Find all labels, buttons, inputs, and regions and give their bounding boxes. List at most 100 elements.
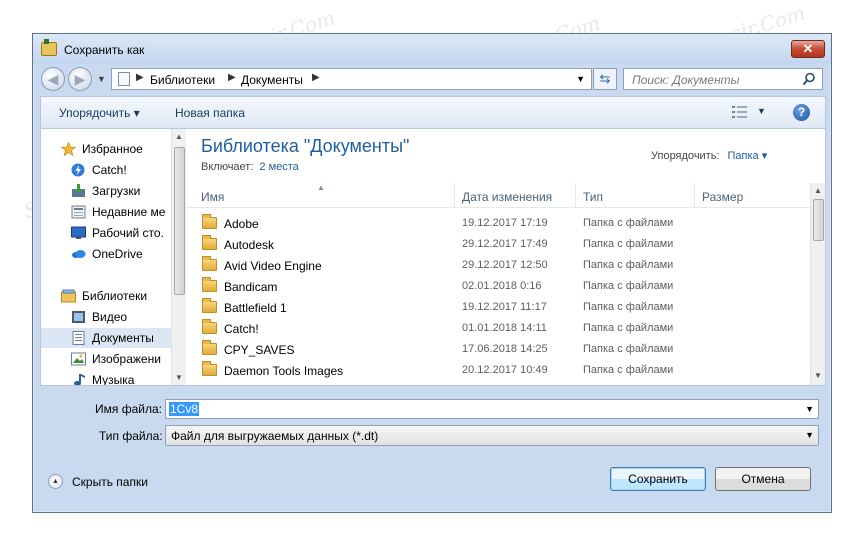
chevron-down-icon[interactable]: ▼: [805, 404, 814, 414]
file-name: Avid Video Engine: [224, 259, 322, 273]
refresh-button[interactable]: ⇆: [593, 68, 617, 90]
list-item[interactable]: Bandicam 02.01.2018 0:16 Папка с файлами: [186, 276, 810, 297]
folder-icon: [202, 361, 217, 376]
chevron-right-icon[interactable]: ▶: [312, 72, 320, 83]
arrange-by-dropdown[interactable]: Папка ▾: [728, 150, 768, 162]
sidebar-item-catch[interactable]: Catch!: [41, 160, 176, 180]
recent-locations-dropdown[interactable]: ▼: [97, 74, 106, 84]
folder-icon: [202, 277, 217, 292]
file-date: 01.01.2018 14:11: [462, 322, 547, 334]
recent-places-icon: [71, 205, 86, 219]
list-item[interactable]: Daemon Tools Images 20.12.2017 10:49 Пап…: [186, 360, 810, 381]
filename-value: 1Cv8: [169, 402, 200, 416]
chevron-down-icon[interactable]: ▼: [576, 74, 585, 84]
sidebar-item-downloads[interactable]: Загрузки: [41, 181, 176, 201]
downloads-icon: [72, 184, 85, 197]
view-dropdown-chevron-icon[interactable]: ▼: [757, 106, 766, 116]
filetype-value: Файл для выгружаемых данных (*.dt): [171, 429, 379, 443]
save-button[interactable]: Сохранить: [610, 467, 706, 491]
chevron-right-icon[interactable]: ▶: [136, 72, 144, 83]
column-divider[interactable]: [454, 183, 455, 207]
search-icon[interactable]: [802, 72, 816, 86]
library-icon: [118, 72, 130, 86]
column-divider[interactable]: [694, 183, 695, 207]
file-list-scrollbar[interactable]: ▲ ▼: [810, 183, 825, 385]
sidebar-item-recent-places[interactable]: Недавние ме: [41, 202, 176, 222]
sidebar-item-onedrive[interactable]: OneDrive: [41, 244, 176, 264]
file-name: Autodesk: [224, 238, 275, 252]
column-header: ▲ Имя Дата изменения Тип Размер: [186, 183, 810, 208]
column-size[interactable]: Размер: [702, 190, 743, 204]
file-date: 19.12.2017 11:17: [462, 301, 547, 313]
filename-field[interactable]: 1Cv8 ▼: [165, 399, 819, 419]
chevron-down-icon[interactable]: ▼: [805, 430, 814, 440]
column-type[interactable]: Тип: [583, 190, 603, 204]
chevron-right-icon[interactable]: ▶: [228, 72, 236, 83]
folder-icon: [202, 235, 217, 250]
list-item[interactable]: Avid Video Engine 29.12.2017 12:50 Папка…: [186, 255, 810, 276]
page-title: Библиотека "Документы": [201, 136, 410, 156]
cancel-button[interactable]: Отмена: [715, 467, 811, 491]
folder-icon: [202, 319, 217, 334]
column-name[interactable]: Имя: [201, 190, 224, 204]
list-item[interactable]: CPY_SAVES 17.06.2018 14:25 Папка с файла…: [186, 339, 810, 360]
organize-button[interactable]: Упорядочить ▾: [59, 106, 140, 120]
view-options-icon[interactable]: [732, 105, 748, 119]
navigation-pane-scrollbar[interactable]: ▲ ▼: [171, 129, 186, 385]
filetype-label: Тип файла:: [99, 429, 163, 443]
address-bar[interactable]: ▶ Библиотеки ▶ Документы ▶ ▼: [111, 68, 592, 90]
help-icon[interactable]: ?: [793, 104, 810, 121]
close-button[interactable]: ✕: [791, 40, 825, 58]
list-item[interactable]: Catch! 01.01.2018 14:11 Папка с файлами: [186, 318, 810, 339]
sidebar-item-label: Загрузки: [92, 184, 141, 198]
file-date: 02.01.2018 0:16: [462, 280, 542, 292]
breadcrumb-documents[interactable]: Документы: [241, 73, 303, 87]
arrange-label: Упорядочить:: [651, 150, 720, 162]
column-date[interactable]: Дата изменения: [462, 190, 552, 204]
list-item[interactable]: Autodesk 29.12.2017 17:49 Папка с файлам…: [186, 234, 810, 255]
breadcrumb-libraries[interactable]: Библиотеки: [150, 73, 215, 87]
sidebar-item-favorites[interactable]: Избранное: [41, 139, 176, 159]
file-name: CPY_SAVES: [224, 343, 295, 357]
forward-button[interactable]: ▶: [68, 67, 92, 91]
sidebar-item-label: OneDrive: [92, 247, 143, 261]
list-item[interactable]: Adobe 19.12.2017 17:19 Папка с файлами: [186, 213, 810, 234]
navigation-bar: ◀ ▶ ▼ ▶ Библиотеки ▶ Документы ▶ ▼ ⇆ Пои…: [33, 64, 831, 96]
save-as-dialog: Сохранить как ✕ ◀ ▶ ▼ ▶ Библиотеки ▶ Док…: [32, 33, 832, 513]
sidebar-item-desktop[interactable]: Рабочий сто.: [41, 223, 176, 243]
sidebar-item-documents[interactable]: Документы: [41, 328, 176, 348]
sidebar-item-label: Музыка: [92, 373, 135, 385]
new-folder-button[interactable]: Новая папка: [175, 106, 245, 120]
sort-ascending-icon: ▲: [317, 183, 325, 192]
sidebar-item-label: Изображени: [92, 352, 161, 366]
file-name: Daemon Tools Images: [224, 364, 344, 378]
column-divider[interactable]: [575, 183, 576, 207]
scrollbar-thumb[interactable]: [174, 147, 185, 295]
sidebar-item-pictures[interactable]: Изображени: [41, 349, 176, 369]
folder-icon: [202, 256, 217, 271]
includes-locations-link[interactable]: 2 места: [259, 161, 298, 173]
back-button[interactable]: ◀: [41, 67, 65, 91]
sidebar-item-label: Catch!: [92, 163, 127, 177]
filetype-select[interactable]: Файл для выгружаемых данных (*.dt) ▼: [165, 425, 819, 446]
scroll-down-icon[interactable]: ▼: [814, 371, 822, 380]
file-type: Папка с файлами: [583, 259, 674, 271]
onedrive-icon: [72, 250, 86, 258]
sidebar-item-music[interactable]: Музыка: [41, 370, 176, 385]
file-date: 29.12.2017 17:49: [462, 238, 548, 250]
app-icon: [41, 39, 57, 56]
sidebar-item-libraries[interactable]: Библиотеки: [41, 286, 176, 306]
search-input[interactable]: Поиск: Документы: [623, 68, 823, 90]
scrollbar-thumb[interactable]: [813, 199, 824, 241]
file-list-pane: Библиотека "Документы" Включает: 2 места …: [186, 129, 825, 385]
sidebar-item-video[interactable]: Видео: [41, 307, 176, 327]
file-type: Папка с файлами: [583, 280, 674, 292]
scroll-up-icon[interactable]: ▲: [814, 186, 822, 195]
folder-icon: [202, 214, 217, 229]
scroll-up-icon[interactable]: ▲: [175, 132, 183, 141]
sidebar-item-label: Избранное: [82, 142, 143, 156]
search-placeholder: Поиск: Документы: [632, 73, 740, 87]
scroll-down-icon[interactable]: ▼: [175, 373, 183, 382]
documents-icon: [72, 331, 85, 345]
list-item[interactable]: Battlefield 1 19.12.2017 11:17 Папка с ф…: [186, 297, 810, 318]
